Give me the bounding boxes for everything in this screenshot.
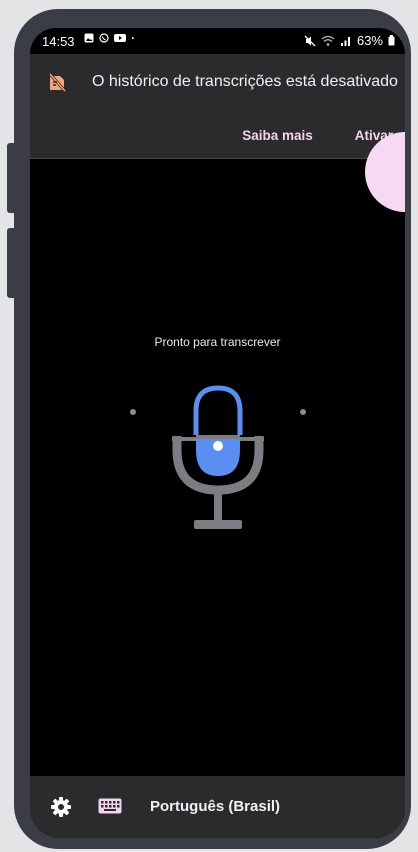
history-disabled-banner: O histórico de transcrições está desativ… <box>30 54 405 159</box>
learn-more-button[interactable]: Saiba mais <box>236 124 319 147</box>
gallery-icon <box>84 33 94 43</box>
status-right-icons: 63% <box>304 33 395 48</box>
microphone-visual <box>126 380 310 540</box>
mute-icon <box>304 35 316 46</box>
status-time: 14:53 <box>42 34 75 49</box>
power-button <box>7 228 17 298</box>
whatsapp-icon <box>99 33 109 43</box>
signal-icon <box>340 36 350 46</box>
keyboard-icon[interactable] <box>98 798 122 814</box>
sound-level-dot-left <box>130 409 136 415</box>
wifi-icon <box>321 35 335 46</box>
sound-level-dot-right <box>300 409 306 415</box>
youtube-icon <box>114 34 126 42</box>
screen: 14:53 63% O histórico de transcrições es… <box>30 28 405 838</box>
microphone-icon <box>172 385 264 529</box>
volume-button <box>7 143 17 213</box>
language-selector[interactable]: Português (Brasil) <box>150 798 280 815</box>
battery-percent: 63% <box>356 33 383 48</box>
status-bar: 14:53 63% <box>30 28 405 54</box>
notification-icons <box>84 33 137 43</box>
more-notifications-dot-icon <box>131 37 134 39</box>
settings-gear-icon[interactable] <box>50 796 72 818</box>
battery-icon <box>388 35 395 46</box>
banner-actions: Saiba mais Ativar <box>236 124 399 147</box>
banner-message: O histórico de transcrições está desativ… <box>92 73 398 90</box>
bottom-toolbar: Português (Brasil) <box>30 776 405 838</box>
status-message: Pronto para transcrever <box>154 335 281 349</box>
history-off-icon <box>48 73 67 92</box>
